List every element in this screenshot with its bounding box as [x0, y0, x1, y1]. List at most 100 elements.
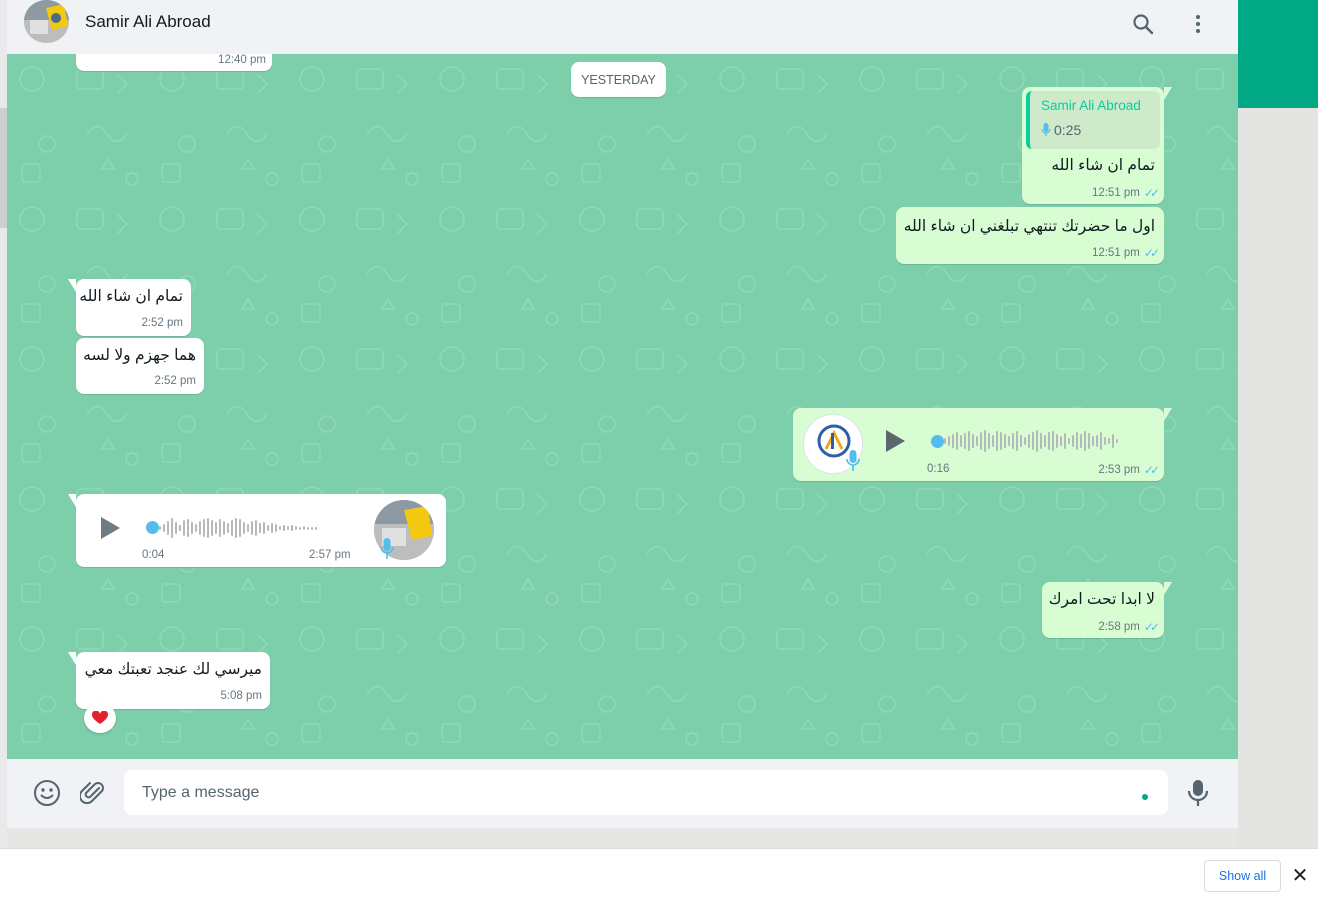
read-ticks-icon: ✓✓	[1143, 186, 1160, 200]
quoted-sender: Samir Ali Abroad	[1041, 98, 1141, 113]
waveform-bar	[199, 521, 201, 535]
waveform-bar	[1008, 436, 1010, 446]
contact-name[interactable]: Samir Ali Abroad	[85, 12, 211, 32]
waveform-bar	[992, 435, 994, 447]
waveform-bar	[944, 438, 946, 444]
waveform-bar	[1084, 431, 1086, 451]
waveform-bar	[255, 520, 257, 536]
mic-icon[interactable]	[1183, 778, 1213, 808]
contact-avatar[interactable]	[24, 0, 69, 43]
waveform-bar	[303, 526, 305, 530]
message-text: تمام ان شاء الله	[1051, 157, 1155, 174]
date-divider: YESTERDAY	[571, 62, 666, 97]
waveform-bar	[179, 525, 181, 531]
play-icon[interactable]	[101, 517, 120, 539]
playback-position-dot[interactable]	[146, 521, 159, 534]
waveform-bar	[1056, 434, 1058, 448]
waveform-bar	[1012, 433, 1014, 449]
chat-area[interactable]: 12:40 pm YESTERDAY Samir Ali Abroad 0:25…	[7, 54, 1238, 759]
message-bubble-incoming[interactable]: تمام ان شاء الله 2:52 pm	[68, 279, 191, 336]
voice-waveform[interactable]	[159, 516, 317, 540]
attach-icon[interactable]	[78, 778, 108, 808]
waveform-bar	[960, 435, 962, 447]
waveform-bar	[183, 520, 185, 536]
waveform-bar	[1044, 435, 1046, 447]
waveform-bar	[159, 526, 161, 530]
voice-waveform[interactable]	[944, 429, 1118, 453]
chat-header: Samir Ali Abroad	[7, 0, 1238, 54]
quoted-duration: 0:25	[1041, 122, 1081, 138]
waveform-bar	[1088, 433, 1090, 449]
waveform-bar	[263, 522, 265, 534]
waveform-bar	[1108, 438, 1110, 444]
waveform-bar	[215, 522, 217, 534]
waveform-bar	[311, 526, 313, 530]
waveform-bar	[952, 434, 954, 448]
message-bubble-outgoing[interactable]: Samir Ali Abroad 0:25 تمام ان شاء الله 1…	[1022, 87, 1172, 204]
close-icon[interactable]: ✕	[1289, 862, 1311, 888]
waveform-bar	[251, 521, 253, 535]
waveform-bar	[968, 431, 970, 451]
waveform-bar	[275, 524, 277, 532]
waveform-bar	[1004, 434, 1006, 448]
read-ticks-icon: ✓✓	[1143, 620, 1160, 634]
message-time: 12:40 pm	[218, 54, 266, 66]
message-text: ميرسي لك عنجد تعبتك معي	[84, 661, 262, 678]
message-time: 2:52 pm	[141, 317, 183, 329]
voice-message-incoming[interactable]: 0:04 2:57 pm	[68, 494, 446, 567]
message-bubble-outgoing[interactable]: لا ابدا تحت امرك 2:58 pm ✓✓	[1042, 582, 1172, 638]
mic-icon	[380, 538, 394, 559]
waveform-bar	[267, 525, 269, 531]
waveform-bar	[283, 525, 285, 531]
waveform-bar	[1040, 433, 1042, 449]
voice-message-outgoing[interactable]: 0:16 2:53 pm ✓✓	[793, 408, 1172, 481]
mic-icon	[1041, 123, 1051, 136]
waveform-bar	[1092, 436, 1094, 446]
waveform-bar	[1064, 433, 1066, 449]
waveform-bar	[219, 519, 221, 537]
waveform-bar	[307, 526, 309, 530]
waveform-bar	[980, 432, 982, 450]
waveform-bar	[203, 519, 205, 537]
message-bubble-incoming[interactable]: ميرسي لك عنجد تعبتك معي 5:08 pm	[68, 652, 270, 709]
message-bubble-partial[interactable]: 12:40 pm	[76, 54, 272, 71]
mic-icon	[846, 450, 860, 471]
quoted-voice-message[interactable]: Samir Ali Abroad 0:25	[1026, 91, 1160, 149]
waveform-bar	[299, 526, 301, 530]
waveform-bar	[1080, 434, 1082, 448]
input-status-dot	[1142, 794, 1148, 800]
play-icon[interactable]	[886, 430, 905, 452]
waveform-bar	[948, 436, 950, 446]
waveform-bar	[243, 522, 245, 534]
search-icon[interactable]	[1129, 10, 1157, 38]
waveform-bar	[964, 433, 966, 449]
emoji-icon[interactable]	[32, 778, 62, 808]
waveform-bar	[1016, 431, 1018, 451]
message-meta: 2:58 pm ✓✓	[1098, 620, 1160, 634]
waveform-bar	[291, 525, 293, 531]
show-all-button[interactable]: Show all	[1204, 860, 1281, 892]
right-background	[1238, 108, 1318, 848]
downloads-bar: Show all ✕	[0, 848, 1318, 897]
playback-position-dot[interactable]	[931, 435, 944, 448]
reaction-badge[interactable]	[84, 703, 116, 733]
message-meta: 2:53 pm ✓✓	[1098, 463, 1160, 477]
message-bubble-outgoing[interactable]: اول ما حضرتك تنتهي تبلغني ان شاء الله 12…	[896, 207, 1164, 264]
waveform-bar	[279, 526, 281, 530]
waveform-bar	[1020, 435, 1022, 447]
waveform-bar	[956, 432, 958, 450]
message-bubble-incoming[interactable]: هما جهزم ولا لسه 2:52 pm	[76, 338, 204, 394]
waveform-bar	[235, 518, 237, 538]
waveform-bar	[1068, 438, 1070, 444]
waveform-bar	[163, 524, 165, 532]
message-text: اول ما حضرتك تنتهي تبلغني ان شاء الله	[903, 218, 1155, 235]
message-input[interactable]	[124, 770, 1168, 815]
waveform-bar	[171, 518, 173, 538]
waveform-bar	[175, 522, 177, 534]
waveform-bar	[211, 520, 213, 536]
waveform-bar	[223, 521, 225, 535]
heart-icon	[92, 711, 108, 724]
menu-icon[interactable]	[1184, 10, 1212, 38]
waveform-bar	[287, 526, 289, 530]
waveform-bar	[295, 526, 297, 530]
